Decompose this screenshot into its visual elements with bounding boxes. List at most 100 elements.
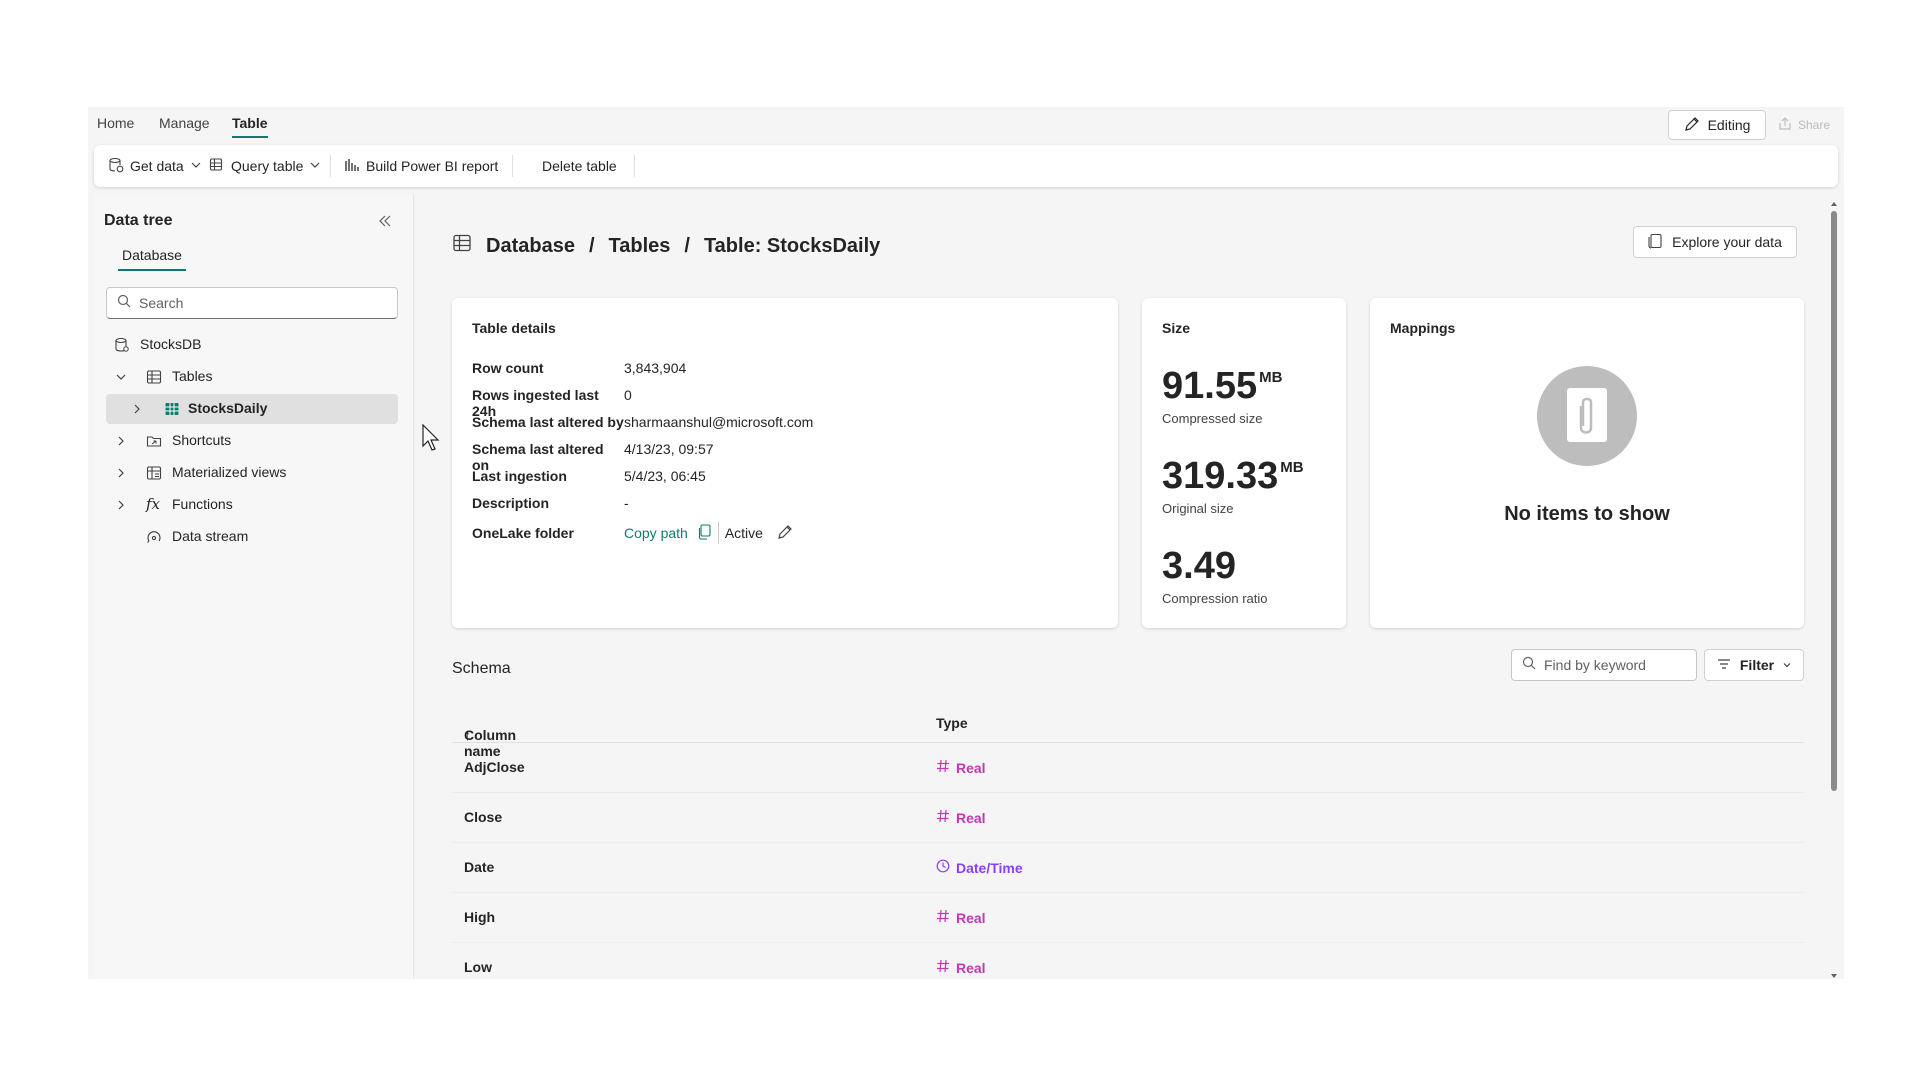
chevron-right-icon[interactable]: [130, 402, 144, 419]
size-card: Size 91.55 MB Compressed size 319.33 MB Or…: [1142, 298, 1346, 628]
search-icon: [117, 294, 131, 313]
build-report-label: Build Power BI report: [366, 158, 499, 174]
delete-table-label: Delete table: [542, 158, 617, 174]
table-row[interactable]: Low Real: [452, 943, 1804, 979]
mouse-cursor-icon: [422, 423, 442, 457]
scroll-down-icon[interactable]: [1830, 967, 1838, 979]
explore-label: Explore your data: [1672, 234, 1782, 250]
detail-key: Schema last altered by: [472, 414, 624, 430]
column-name-cell: Close: [464, 809, 503, 825]
vertical-scrollbar[interactable]: [1828, 195, 1840, 979]
database-icon: [114, 337, 130, 356]
type-cell: Real: [936, 909, 986, 926]
scrollbar-thumb[interactable]: [1831, 211, 1837, 791]
delete-table-button[interactable]: Delete table: [542, 156, 617, 176]
column-name-cell: Low: [464, 959, 492, 975]
copy-icon[interactable]: [698, 523, 712, 543]
detail-value: 3,843,904: [624, 360, 687, 376]
column-header-type[interactable]: Type: [936, 715, 968, 731]
grid-icon: [452, 233, 472, 259]
detail-value: -: [624, 495, 629, 511]
find-by-keyword-box[interactable]: [1511, 649, 1697, 681]
tree-item-data-stream[interactable]: Data stream: [106, 522, 398, 552]
table-row[interactable]: AdjClose Real: [452, 743, 1804, 793]
materialized-view-icon: [146, 465, 162, 484]
tree-item-label: StocksDB: [140, 336, 202, 352]
hash-icon: [936, 759, 950, 776]
column-name-cell: Date: [464, 859, 495, 875]
tree-item-label: Materialized views: [172, 464, 287, 480]
ribbon-toolbar: Get data Query table Build Power BI repo…: [94, 145, 1838, 187]
find-by-keyword-input[interactable]: [1544, 657, 1684, 673]
original-size-label: Original size: [1162, 501, 1234, 516]
tree-item-tables[interactable]: Tables: [106, 362, 398, 392]
sidebar-search-box[interactable]: [106, 287, 398, 319]
ribbon-divider: [512, 155, 513, 177]
type-cell: Real: [936, 759, 986, 776]
empty-state-text: No items to show: [1504, 503, 1670, 525]
tree-item-label: Functions: [172, 496, 233, 512]
query-table-button[interactable]: Query table: [209, 156, 321, 176]
get-data-label: Get data: [130, 158, 184, 174]
chevron-right-icon[interactable]: [114, 466, 128, 483]
table-details-title: Table details: [472, 320, 556, 336]
data-stream-icon: [146, 529, 162, 548]
clock-icon: [936, 859, 950, 876]
tab-home[interactable]: Home: [97, 115, 134, 131]
schema-title: Schema: [452, 660, 511, 677]
detail-row-onelake: OneLake folder Copy path Active: [472, 522, 793, 544]
search-icon: [1522, 656, 1536, 675]
tab-manage[interactable]: Manage: [159, 115, 210, 131]
detail-row: Last ingestion 5/4/23, 06:45: [472, 468, 706, 484]
compression-ratio-label: Compression ratio: [1162, 591, 1268, 606]
table-row[interactable]: Close Real: [452, 793, 1804, 843]
breadcrumb-separator: /: [684, 234, 690, 257]
data-tree-title: Data tree: [104, 212, 173, 229]
table-details-card: Table details Row count 3,843,904 Rows i…: [452, 298, 1118, 628]
function-icon: fx: [146, 495, 161, 513]
build-power-bi-report-button[interactable]: Build Power BI report: [344, 156, 498, 176]
hash-icon: [936, 809, 950, 826]
breadcrumb-current-table: Table: StocksDaily: [703, 234, 881, 257]
table-row[interactable]: Date Date/Time: [452, 843, 1804, 893]
tree-item-stocksdb[interactable]: StocksDB: [106, 330, 398, 360]
top-nav: Home Manage Table Editing Share: [88, 107, 1844, 145]
ribbon-divider: [634, 155, 635, 177]
tree-item-materialized-views[interactable]: Materialized views: [106, 458, 398, 488]
mappings-card: Mappings No items to show: [1370, 298, 1804, 628]
tree-item-stocksdaily[interactable]: StocksDaily: [106, 394, 398, 424]
explore-your-data-button[interactable]: Explore your data: [1633, 226, 1797, 258]
chevron-down-icon[interactable]: [114, 370, 128, 387]
breadcrumb-database[interactable]: Database: [486, 235, 575, 258]
tree-item-label: Shortcuts: [172, 432, 232, 448]
detail-key: Last ingestion: [472, 468, 567, 484]
share-label: Share: [1797, 118, 1831, 132]
tree-item-label: Data stream: [172, 528, 249, 544]
filter-icon: [1716, 656, 1732, 675]
sidebar-search-input[interactable]: [139, 295, 379, 311]
copy-path-link[interactable]: Copy path: [624, 525, 688, 541]
editing-button[interactable]: Editing: [1668, 110, 1766, 140]
get-data-button[interactable]: Get data: [108, 156, 202, 176]
tab-table[interactable]: Table: [232, 115, 268, 138]
tree-item-shortcuts[interactable]: Shortcuts: [106, 426, 398, 456]
breadcrumb-tables[interactable]: Tables: [609, 235, 671, 258]
table-row[interactable]: High Real: [452, 893, 1804, 943]
explore-icon: [1648, 233, 1664, 252]
tab-database[interactable]: Database: [118, 247, 186, 271]
hash-icon: [936, 909, 950, 926]
chevron-right-icon[interactable]: [114, 498, 128, 515]
detail-key: Row count: [472, 360, 544, 376]
chevron-right-icon[interactable]: [114, 434, 128, 451]
filter-button[interactable]: Filter: [1704, 649, 1804, 681]
breadcrumb-separator: /: [588, 234, 595, 257]
tree-item-label: Tables: [172, 368, 213, 384]
paperclip-icon: [1567, 388, 1607, 442]
table-icon: [146, 369, 162, 388]
size-title: Size: [1162, 320, 1191, 336]
collapse-panel-icon[interactable]: [377, 213, 393, 234]
tree-item-functions[interactable]: fx Functions: [106, 490, 398, 520]
table-icon: [164, 401, 180, 420]
share-button[interactable]: Share: [1772, 110, 1836, 140]
pencil-icon[interactable]: [777, 524, 793, 543]
